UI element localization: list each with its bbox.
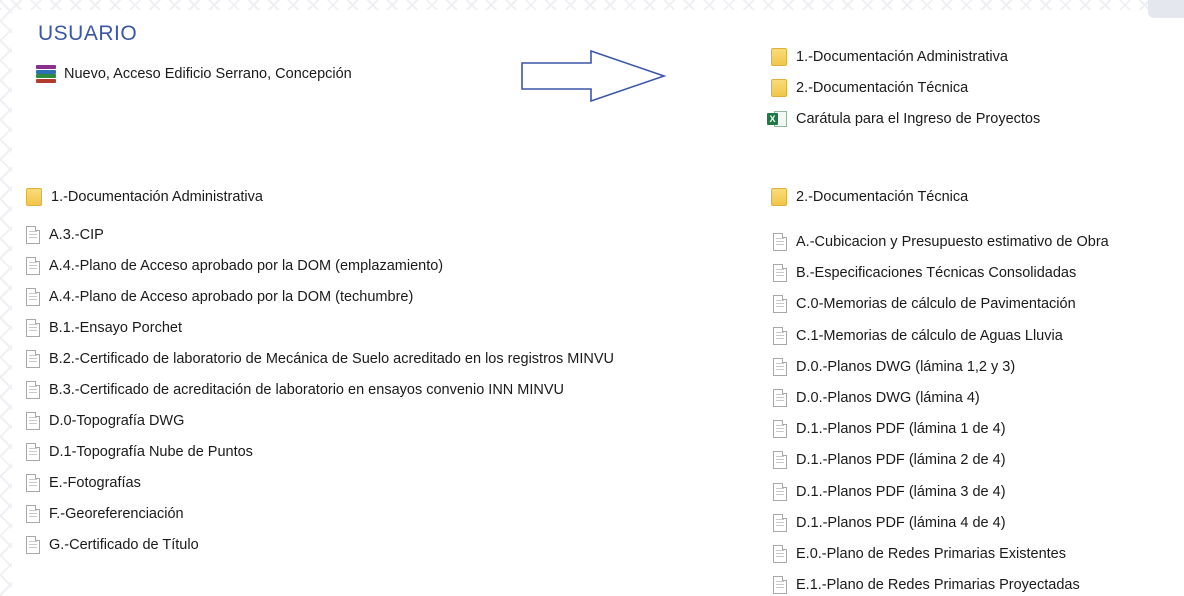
file-item[interactable]: D.1-Topografía Nube de Puntos: [26, 441, 253, 463]
arrow-right-icon: [521, 50, 667, 102]
archive-folder-tech[interactable]: 2.-Documentación Técnica: [771, 77, 968, 99]
file-label: B.-Especificaciones Técnicas Consolidada…: [796, 265, 1077, 282]
file-item[interactable]: B.3.-Certificado de acreditación de labo…: [26, 379, 564, 401]
file-item[interactable]: F.-Georeferenciación: [26, 503, 184, 525]
file-label: D.1.-Planos PDF (lámina 4 de 4): [796, 514, 1006, 531]
file-label: A.-Cubicacion y Presupuesto estimativo d…: [796, 234, 1109, 250]
document-file-icon: [773, 420, 787, 439]
file-label: A.4.-Plano de Acceso aprobado por la DOM…: [49, 258, 444, 274]
document-file-icon: [26, 443, 40, 461]
folder-label: 2.-Documentación Técnica: [796, 189, 969, 205]
file-item[interactable]: D.1.-Planos PDF (lámina 2 de 4): [773, 449, 1006, 471]
file-item[interactable]: E.-Fotografías: [26, 472, 141, 494]
file-item[interactable]: C.1-Memorias de cálculo de Aguas Lluvia: [773, 325, 1063, 347]
document-file-icon: [26, 505, 40, 523]
file-label: D.1.-Planos PDF (lámina 3 de 4): [796, 483, 1006, 500]
document-file-icon: [26, 257, 40, 275]
document-file-icon: [26, 536, 40, 554]
excel-file-icon: X: [767, 110, 787, 128]
document-file-icon: [773, 545, 787, 563]
document-file-icon: [773, 451, 787, 470]
file-label: Carátula para el Ingreso de Proyectos: [796, 111, 1041, 127]
file-label: D.0-Topografía DWG: [49, 413, 185, 429]
document-file-icon: [26, 226, 40, 244]
file-item[interactable]: E.1.-Plano de Redes Primarias Proyectada…: [773, 574, 1080, 596]
document-file-icon: [773, 357, 787, 376]
file-item[interactable]: B.-Especificaciones Técnicas Consolidada…: [773, 262, 1076, 284]
document-file-icon: [26, 474, 40, 492]
file-label: C.1-Memorias de cálculo de Aguas Lluvia: [796, 327, 1063, 344]
document-file-icon: [26, 350, 40, 368]
folder-icon: [26, 188, 42, 206]
archive-excel-file[interactable]: X Carátula para el Ingreso de Proyectos: [767, 108, 1040, 130]
file-label: E.0.-Plano de Redes Primarias Existentes: [796, 546, 1066, 562]
archive-folder-admin[interactable]: 1.-Documentación Administrativa: [771, 46, 1008, 68]
file-label: D.0.-Planos DWG (lámina 1,2 y 3): [796, 358, 1016, 375]
folder-label: 2.-Documentación Técnica: [796, 80, 969, 96]
file-label: F.-Georeferenciación: [49, 506, 184, 522]
file-label: D.1.-Planos PDF (lámina 2 de 4): [796, 452, 1006, 469]
file-item[interactable]: A.-Cubicacion y Presupuesto estimativo d…: [773, 231, 1109, 253]
decorative-border-left: [0, 0, 12, 596]
file-item[interactable]: G.-Certificado de Título: [26, 534, 199, 556]
admin-folder-header[interactable]: 1.-Documentación Administrativa: [26, 186, 263, 208]
file-label: B.3.-Certificado de acreditación de labo…: [49, 382, 565, 398]
document-file-icon: [26, 412, 40, 430]
file-label: A.3.-CIP: [49, 227, 104, 243]
file-item[interactable]: A.4.-Plano de Acceso aprobado por la DOM…: [26, 286, 413, 308]
folder-icon: [771, 48, 787, 66]
file-label: B.1.-Ensayo Porchet: [49, 320, 182, 336]
document-file-icon: [773, 264, 787, 283]
file-label: D.1.-Planos PDF (lámina 1 de 4): [796, 421, 1006, 438]
file-label: E.1.-Plano de Redes Primarias Proyectada…: [796, 577, 1080, 594]
archive-item[interactable]: Nuevo, Acceso Edificio Serrano, Concepci…: [36, 63, 352, 85]
file-item[interactable]: D.1.-Planos PDF (lámina 1 de 4): [773, 418, 1006, 440]
document-file-icon: [26, 288, 40, 306]
file-label: A.4.-Plano de Acceso aprobado por la DOM…: [49, 289, 414, 305]
folder-label: 1.-Documentación Administrativa: [796, 49, 1008, 65]
file-label: E.-Fotografías: [49, 475, 141, 491]
file-item[interactable]: C.0-Memorias de cálculo de Pavimentación: [773, 293, 1076, 315]
file-item[interactable]: A.4.-Plano de Acceso aprobado por la DOM…: [26, 255, 443, 277]
file-label: D.0.-Planos DWG (lámina 4): [796, 390, 980, 406]
document-file-icon: [773, 326, 787, 345]
folder-icon: [771, 188, 787, 206]
corner-tab: [1148, 0, 1184, 18]
archive-label: Nuevo, Acceso Edificio Serrano, Concepci…: [64, 66, 352, 82]
page-title: USUARIO: [38, 22, 138, 45]
document-file-icon: [773, 513, 787, 532]
file-label: C.0-Memorias de cálculo de Pavimentación: [796, 296, 1076, 313]
document-file-icon: [26, 381, 40, 399]
document-file-icon: [773, 576, 787, 595]
file-item[interactable]: D.0.-Planos DWG (lámina 1,2 y 3): [773, 356, 1015, 378]
file-label: B.2.-Certificado de laboratorio de Mecán…: [49, 351, 614, 367]
document-file-icon: [773, 233, 787, 251]
file-label: G.-Certificado de Título: [49, 537, 199, 553]
winrar-archive-icon: [36, 65, 56, 83]
document-file-icon: [773, 389, 787, 407]
document-file-icon: [773, 295, 787, 314]
file-item[interactable]: D.1.-Planos PDF (lámina 4 de 4): [773, 512, 1006, 534]
document-file-icon: [773, 482, 787, 501]
file-item[interactable]: D.0.-Planos DWG (lámina 4): [773, 387, 980, 409]
file-item[interactable]: B.2.-Certificado de laboratorio de Mecán…: [26, 348, 614, 370]
file-item[interactable]: D.0-Topografía DWG: [26, 410, 184, 432]
tech-folder-header[interactable]: 2.-Documentación Técnica: [771, 186, 968, 208]
file-item[interactable]: D.1.-Planos PDF (lámina 3 de 4): [773, 481, 1006, 503]
file-label: D.1-Topografía Nube de Puntos: [49, 444, 253, 460]
file-item[interactable]: E.0.-Plano de Redes Primarias Existentes: [773, 543, 1066, 565]
file-item[interactable]: B.1.-Ensayo Porchet: [26, 317, 182, 339]
folder-label: 1.-Documentación Administrativa: [51, 189, 263, 205]
folder-icon: [771, 79, 787, 97]
file-item[interactable]: A.3.-CIP: [26, 224, 104, 246]
document-file-icon: [26, 319, 40, 337]
decorative-border-top: [0, 0, 1184, 10]
